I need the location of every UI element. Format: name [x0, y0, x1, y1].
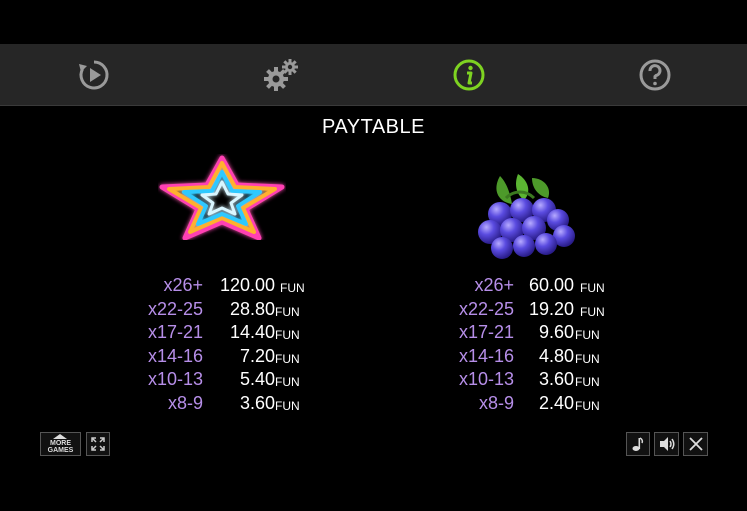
top-toolbar [0, 44, 747, 106]
currency-label: FUN [575, 328, 600, 343]
house-icon [53, 434, 68, 439]
settings-button[interactable] [263, 58, 301, 92]
help-icon [639, 59, 671, 91]
paytable-row: x8-9 2.40 FUN [420, 393, 620, 417]
currency-label: FUN [575, 375, 600, 390]
symbol-count: x8-9 [167, 392, 203, 413]
payout-amount: 3.60 [239, 392, 275, 413]
currency-label: FUN [580, 281, 605, 295]
symbol-count: x17-21 [147, 322, 203, 343]
symbol-count: x10-13 [147, 369, 203, 390]
music-note-icon [632, 437, 644, 451]
symbol-count: x22-25 [147, 298, 203, 319]
paytable-row: x17-21 9.60 FUN [420, 322, 620, 346]
paytable-row: x26+ 60.00 FUN [420, 275, 620, 299]
symbol-count: x14-16 [147, 345, 203, 366]
currency-label: FUN [275, 304, 300, 319]
close-button[interactable] [683, 432, 708, 456]
currency-label: FUN [580, 304, 605, 319]
fullscreen-button[interactable] [86, 432, 110, 456]
neon-star-icon [159, 155, 285, 241]
grapes-icon [478, 174, 575, 259]
paytable-row: x10-13 5.40 FUN [120, 369, 320, 393]
paytable-row: x22-25 19.20 FUN [420, 299, 620, 323]
payout-amount: 19.20 [528, 298, 574, 319]
page-title: PAYTABLE [322, 116, 425, 138]
grapes-symbol [470, 170, 582, 262]
currency-label: FUN [275, 351, 300, 366]
currency-label: FUN [575, 398, 600, 413]
settings-gears-icon [264, 59, 298, 91]
payout-amount: 9.60 [538, 322, 574, 343]
payout-amount: 14.40 [229, 322, 275, 343]
fullscreen-icon [91, 437, 105, 451]
more-games-line1: MORE [49, 440, 71, 447]
star-symbol [158, 154, 286, 241]
paytable-row: x14-16 4.80 FUN [420, 346, 620, 370]
currency-label: FUN [275, 375, 300, 390]
close-icon [688, 437, 703, 451]
replay-icon [79, 60, 109, 90]
currency-label: FUN [575, 351, 600, 366]
payout-amount: 2.40 [538, 392, 574, 413]
symbol-count: x8-9 [478, 392, 514, 413]
more-games-button[interactable]: MORE GAMES [40, 432, 81, 456]
payout-amount: 28.80 [229, 298, 275, 319]
symbol-count: x22-25 [458, 298, 514, 319]
help-button[interactable] [638, 58, 672, 92]
music-button[interactable] [626, 432, 650, 456]
payout-amount: 5.40 [239, 369, 275, 390]
payout-amount: 60.00 [528, 275, 574, 295]
paytable-row: x10-13 3.60 FUN [420, 369, 620, 393]
sound-button[interactable] [654, 432, 679, 456]
payout-amount: 3.60 [538, 369, 574, 390]
symbol-count: x26+ [163, 275, 203, 295]
symbol-count: x10-13 [458, 369, 514, 390]
payout-amount: 7.20 [239, 345, 275, 366]
grapes-paytable: x26+ 60.00 FUN x22-25 19.20 FUN x17-21 9… [420, 275, 620, 417]
paytable-row: x14-16 7.20 FUN [120, 346, 320, 370]
speaker-icon [659, 437, 674, 451]
paytable-row: x26+ 120.00 FUN [120, 275, 320, 299]
payout-amount: 120.00 [219, 275, 275, 295]
info-icon [453, 59, 485, 91]
symbol-count: x26+ [474, 275, 514, 295]
currency-label: FUN [275, 398, 300, 413]
paytable-row: x22-25 28.80 FUN [120, 299, 320, 323]
currency-label: FUN [275, 328, 300, 343]
info-button[interactable] [452, 58, 486, 92]
symbol-count: x14-16 [458, 345, 514, 366]
paytable-row: x17-21 14.40 FUN [120, 322, 320, 346]
star-paytable: x26+ 120.00 FUN x22-25 28.80 FUN x17-21 … [120, 275, 320, 417]
paytable-row: x8-9 3.60 FUN [120, 393, 320, 417]
more-games-label: MORE GAMES [47, 434, 74, 454]
payout-amount: 4.80 [538, 345, 574, 366]
symbol-count: x17-21 [458, 322, 514, 343]
currency-label: FUN [280, 281, 305, 295]
replay-button[interactable] [77, 58, 111, 92]
more-games-line2: GAMES [47, 447, 74, 454]
